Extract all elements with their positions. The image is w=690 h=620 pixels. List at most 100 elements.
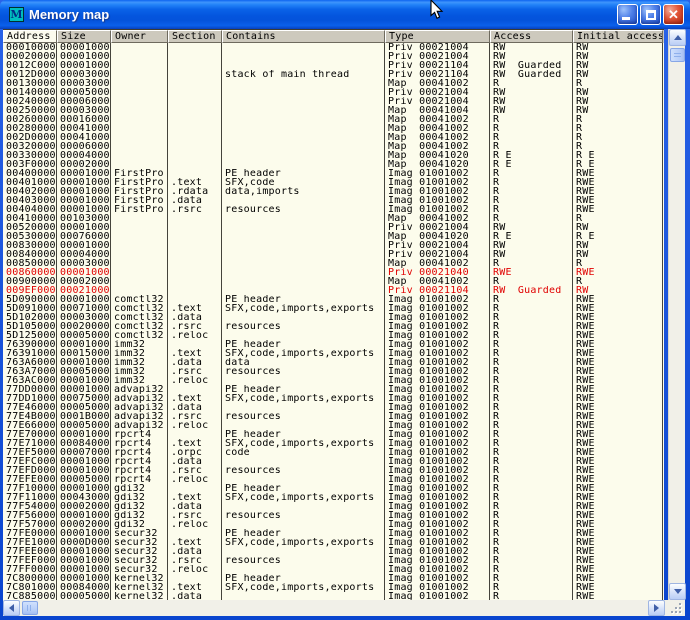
table-row[interactable]: 003F000000002000Map 00041020R ER E: [3, 160, 664, 169]
table-row[interactable]: 7C80100000084000kernel32.textSFX,code,im…: [3, 583, 664, 592]
table-row[interactable]: 77E7000000001000rpcrt4PE headerImag 0100…: [3, 430, 664, 439]
table-row[interactable]: 0012D00000003000stack of main threadPriv…: [3, 70, 664, 79]
table-row[interactable]: 0084000000004000Priv 00021004RWRW: [3, 250, 664, 259]
cell-contains: PE header: [222, 385, 385, 394]
table-row[interactable]: 0083000000001000Priv 00021004RWRW: [3, 241, 664, 250]
table-row[interactable]: 77E7100000084000rpcrt4.textSFX,code,impo…: [3, 439, 664, 448]
table-row[interactable]: 763AC00000001000imm32.relocImag 01001002…: [3, 376, 664, 385]
vertical-scroll-thumb[interactable]: [670, 48, 685, 62]
table-row[interactable]: 77F1000000001000gdi32PE headerImag 01001…: [3, 484, 664, 493]
table-row[interactable]: 0053000000076000Map 00041020R ER E: [3, 232, 664, 241]
horizontal-scroll-thumb[interactable]: [22, 601, 38, 615]
table-row[interactable]: 77DD000000001000advapi32PE headerImag 01…: [3, 385, 664, 394]
vertical-scrollbar[interactable]: [668, 29, 685, 600]
table-row[interactable]: 0014000000005000Priv 00021004RWRW: [3, 88, 664, 97]
scroll-down-button[interactable]: [669, 583, 686, 600]
table-row[interactable]: 77F5700000002000gdi32.relocImag 01001002…: [3, 520, 664, 529]
table-row[interactable]: 77E6600000005000advapi32.relocImag 01001…: [3, 421, 664, 430]
cell-address: 00830000: [3, 241, 57, 250]
cell-size: 00004000: [57, 250, 111, 259]
table-row[interactable]: 7639100000015000imm32.textSFX,code,impor…: [3, 349, 664, 358]
table-row[interactable]: 77FF000000001000secur32.relocImag 010010…: [3, 565, 664, 574]
table-row[interactable]: 0040300000001000FirstPro.dataImag 010010…: [3, 196, 664, 205]
table-row[interactable]: 5D12500000005000comctl32.relocImag 01001…: [3, 331, 664, 340]
table-row[interactable]: 77E4B0000001B000advapi32.rsrcresourcesIm…: [3, 412, 664, 421]
table-row[interactable]: 0052000000001000Priv 00021004RWRW: [3, 223, 664, 232]
table-row[interactable]: 77E4600000005000advapi32.dataImag 010010…: [3, 403, 664, 412]
cell-size: 00005000: [57, 331, 111, 340]
table-row[interactable]: 002D000000041000Map 00041002RR: [3, 133, 664, 142]
cell-contains: SFX,code,imports,exports: [222, 304, 385, 313]
table-row[interactable]: 5D09100000071000comctl32.textSFX,code,im…: [3, 304, 664, 313]
table-row[interactable]: 5D10500000020000comctl32.rsrcresourcesIm…: [3, 322, 664, 331]
table-row[interactable]: 77DD100000075000advapi32.textSFX,code,im…: [3, 394, 664, 403]
table-row[interactable]: 763A700000005000imm32.rsrcresourcesImag …: [3, 367, 664, 376]
column-header-size[interactable]: Size: [57, 30, 111, 43]
column-header-contains[interactable]: Contains: [222, 30, 385, 43]
table-row[interactable]: 763A600000001000imm32.datadataImag 01001…: [3, 358, 664, 367]
cell-contains: [222, 97, 385, 106]
table-row[interactable]: 0040100000001000FirstPro.textSFX,codeIma…: [3, 178, 664, 187]
table-row[interactable]: 7C80000000001000kernel32PE headerImag 01…: [3, 574, 664, 583]
resize-grip[interactable]: [665, 600, 685, 616]
horizontal-scrollbar[interactable]: [3, 600, 665, 616]
table-row[interactable]: 5D10200000003000comctl32.dataImag 010010…: [3, 313, 664, 322]
column-header-owner[interactable]: Owner: [111, 30, 168, 43]
table-row[interactable]: 7639000000001000imm32PE headerImag 01001…: [3, 340, 664, 349]
table-row[interactable]: 0024000000006000Priv 00021004RWRW: [3, 97, 664, 106]
column-header-access[interactable]: Access: [490, 30, 573, 43]
close-button[interactable]: ✕: [663, 4, 684, 25]
table-row[interactable]: 0040400000001000FirstPro.rsrcresourcesIm…: [3, 205, 664, 214]
table-row[interactable]: 77FE10000000D000secur32.textSFX,code,imp…: [3, 538, 664, 547]
cell-owner: FirstPro: [111, 196, 168, 205]
table-row[interactable]: 77F1100000043000gdi32.textSFX,code,impor…: [3, 493, 664, 502]
column-header-section[interactable]: Section: [168, 30, 222, 43]
table-row[interactable]: 0025000000003000Map 00041004RWRW: [3, 106, 664, 115]
cell-size: 00001000: [57, 205, 111, 214]
table-row[interactable]: 0041000000103000Map 00041002RR: [3, 214, 664, 223]
minimize-button[interactable]: [617, 4, 638, 25]
cell-section: [168, 97, 222, 106]
table-row[interactable]: 009EF00000021000Priv 00021104RW GuardedR…: [3, 286, 664, 295]
column-header-address[interactable]: Address: [3, 30, 57, 43]
table-row[interactable]: 77FEE00000001000secur32.dataImag 0100100…: [3, 547, 664, 556]
table-row[interactable]: 0090000000002000Map 00041002RR: [3, 277, 664, 286]
table-row[interactable]: 0002000000001000Priv 00021004RWRW: [3, 52, 664, 61]
column-header-type[interactable]: Type: [385, 30, 490, 43]
cell-contains: [222, 79, 385, 88]
table-row[interactable]: 5D09000000001000comctl32PE headerImag 01…: [3, 295, 664, 304]
maximize-button[interactable]: [640, 4, 661, 25]
table-row[interactable]: 77EFD00000001000rpcrt4.rsrcresourcesImag…: [3, 466, 664, 475]
titlebar[interactable]: M Memory map ✕: [0, 0, 690, 29]
table-row[interactable]: 0032000000006000Map 00041002RR: [3, 142, 664, 151]
cell-contains: [222, 565, 385, 574]
arrow-up-icon: [674, 35, 682, 40]
cell-size: 0000D000: [57, 538, 111, 547]
table-row[interactable]: 77FE000000001000secur32PE headerImag 010…: [3, 529, 664, 538]
table-row[interactable]: 0012C00000001000Priv 00021104RW GuardedR…: [3, 61, 664, 70]
table-row[interactable]: 77FEF00000001000secur32.rsrcresourcesIma…: [3, 556, 664, 565]
table-row[interactable]: 0013000000003000Map 00041002RR: [3, 79, 664, 88]
cell-section: [168, 124, 222, 133]
table-row[interactable]: 0040200000001000FirstPro.rdatadata,impor…: [3, 187, 664, 196]
table-row[interactable]: 77F5600000001000gdi32.rsrcresourcesImag …: [3, 511, 664, 520]
table-row[interactable]: 7C88500000005000kernel32.dataImag 010010…: [3, 592, 664, 600]
table-row[interactable]: 0086000000001000Priv 00021040RWERWE: [3, 268, 664, 277]
table-row[interactable]: 77F5400000002000gdi32.dataImag 01001002R…: [3, 502, 664, 511]
cell-size: 00001000: [57, 241, 111, 250]
scroll-up-button[interactable]: [669, 29, 686, 46]
table-row[interactable]: 77EF500000007000rpcrt4.orpccodeImag 0100…: [3, 448, 664, 457]
table-row[interactable]: 0026000000016000Map 00041002RR: [3, 115, 664, 124]
scroll-left-button[interactable]: [3, 600, 20, 616]
table-row[interactable]: 77EFC00000001000rpcrt4.dataImag 01001002…: [3, 457, 664, 466]
cell-type: Imag 01001002: [385, 430, 490, 439]
table-row[interactable]: 0085000000003000Map 00041002RR: [3, 259, 664, 268]
table-row[interactable]: 0040000000001000FirstProPE headerImag 01…: [3, 169, 664, 178]
scroll-right-button[interactable]: [648, 600, 665, 616]
table-row[interactable]: 0001000000001000Priv 00021004RWRW: [3, 43, 664, 52]
table-row[interactable]: 0028000000041000Map 00041002RR: [3, 124, 664, 133]
table-row[interactable]: 0033000000004000Map 00041020R ER E: [3, 151, 664, 160]
table-row[interactable]: 77EFE00000005000rpcrt4.relocImag 0100100…: [3, 475, 664, 484]
cell-initial-access: R: [573, 133, 663, 142]
column-header-initial-access[interactable]: Initial access: [573, 30, 663, 43]
